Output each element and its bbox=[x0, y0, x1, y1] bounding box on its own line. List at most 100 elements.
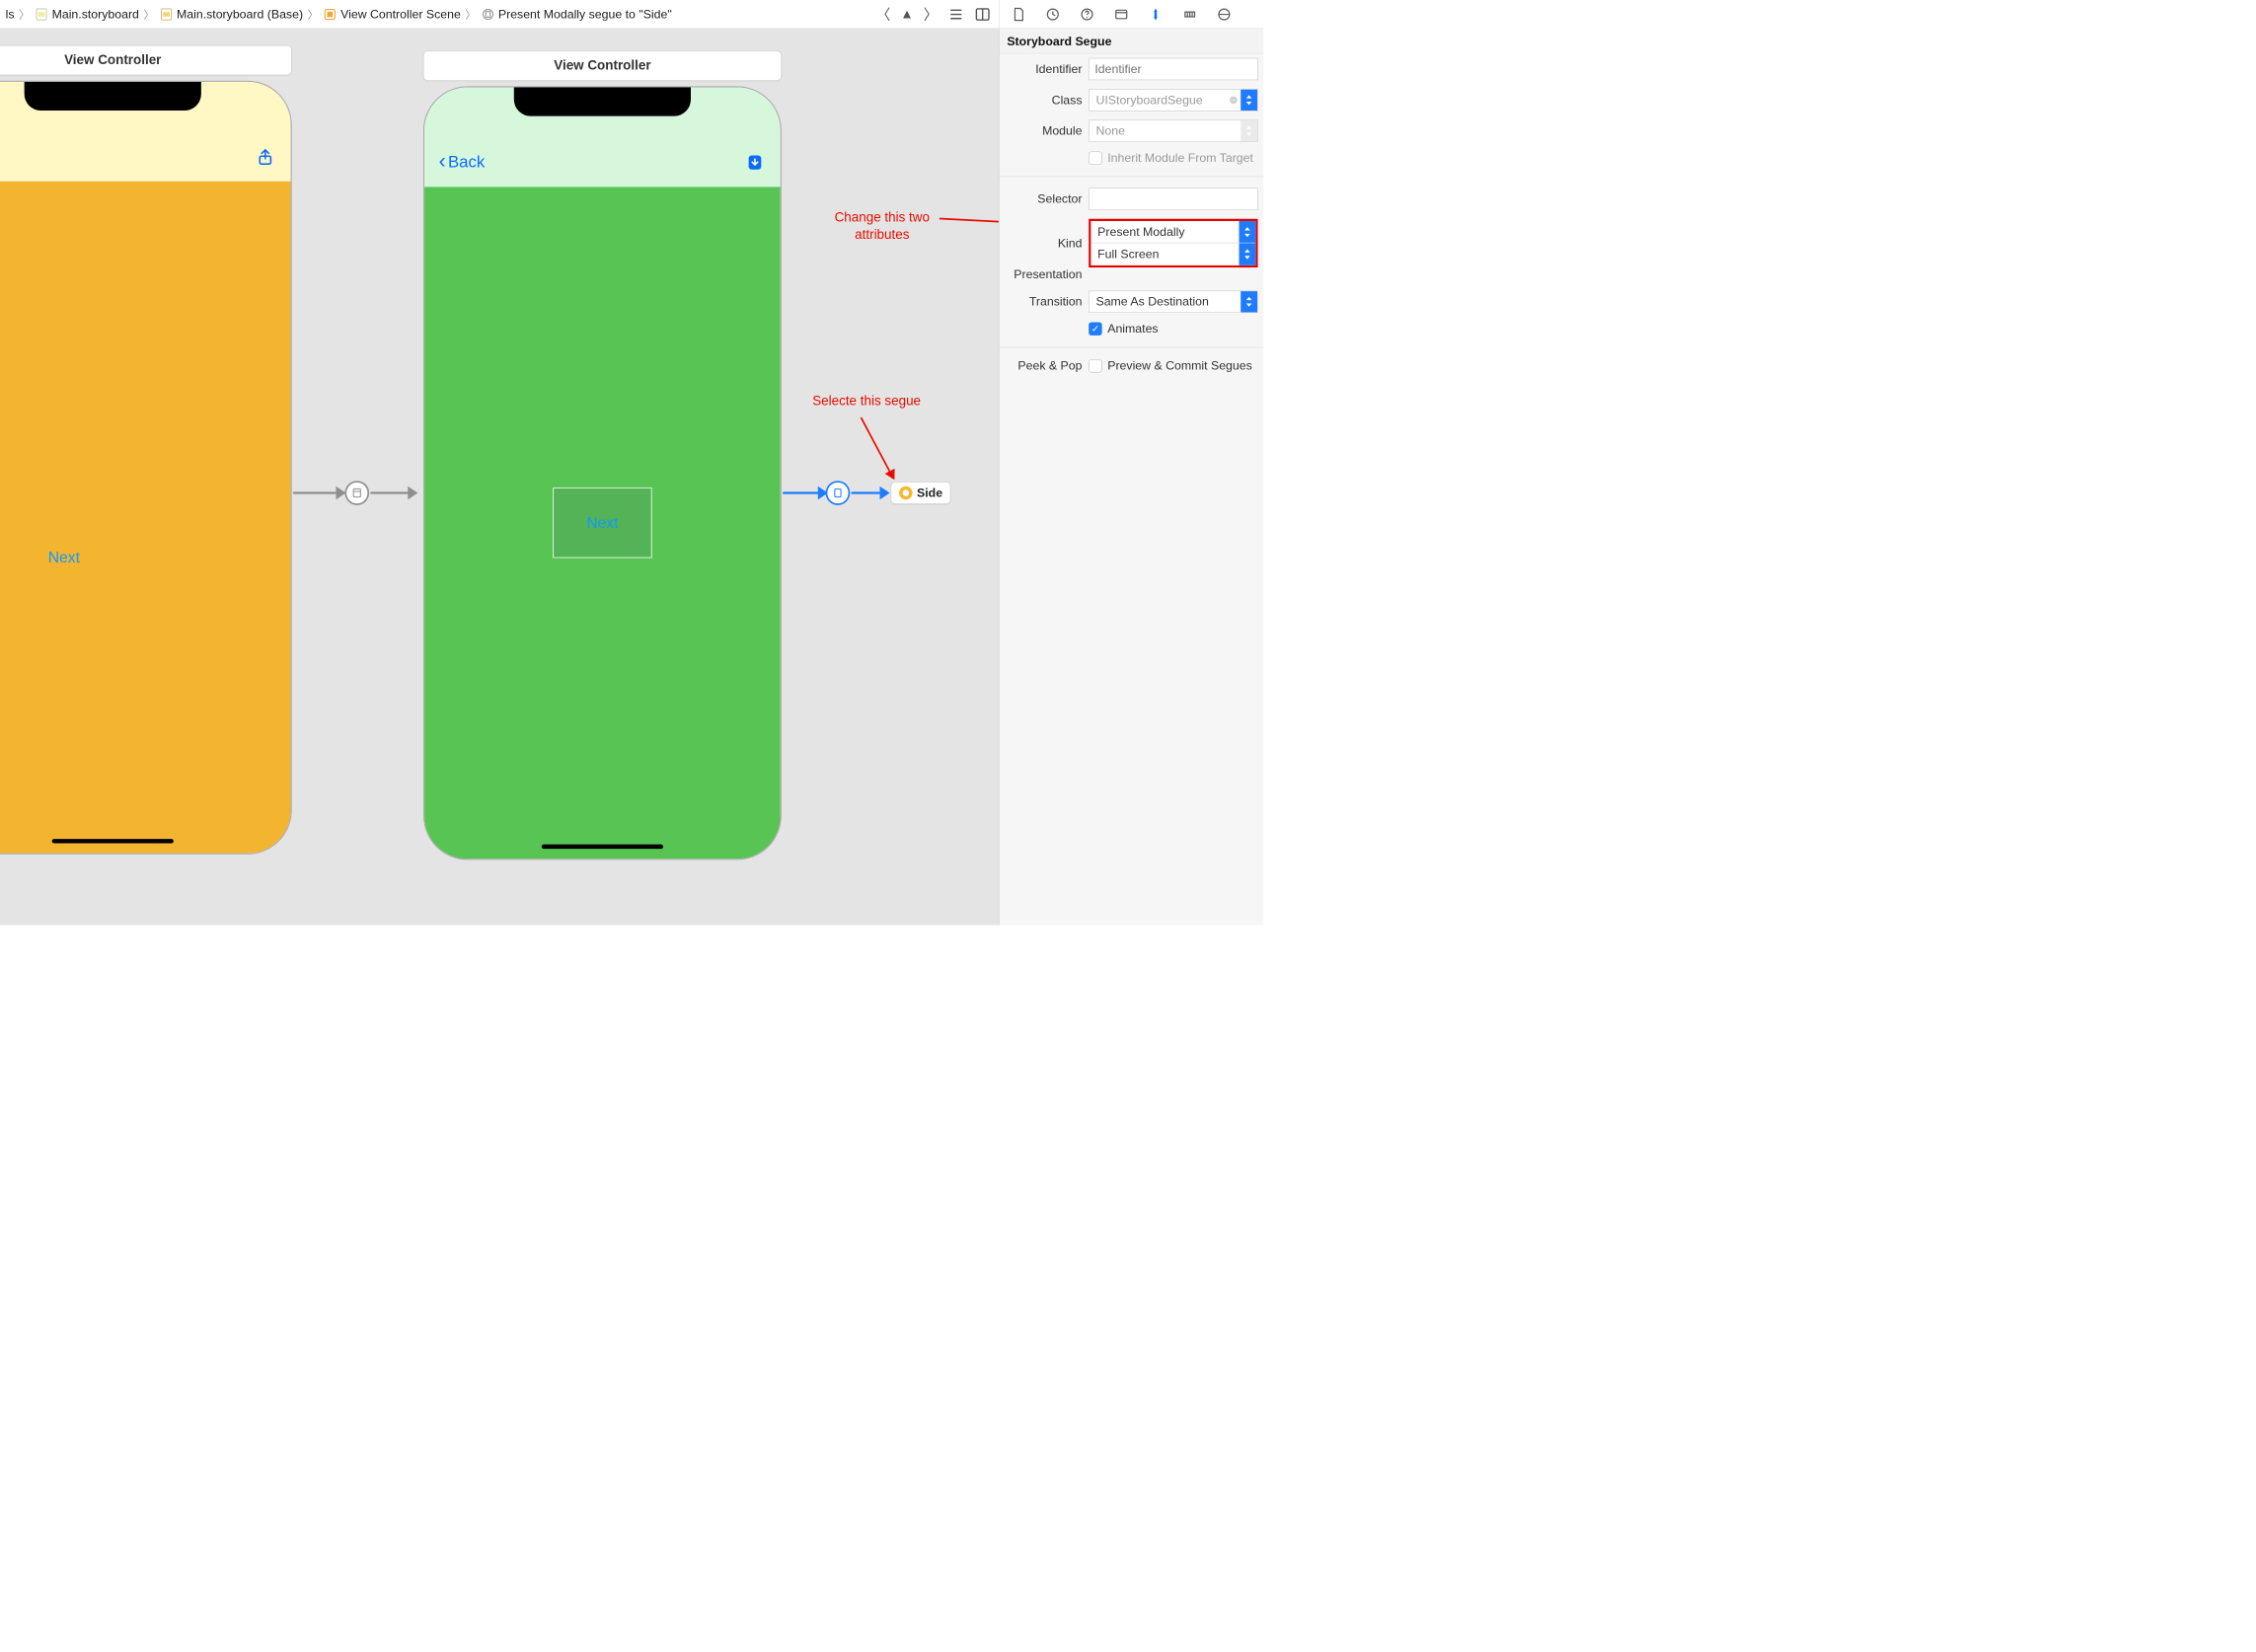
clear-icon[interactable] bbox=[1227, 95, 1241, 105]
module-combobox[interactable]: None bbox=[1089, 120, 1257, 142]
chevron-right-icon: 〉 bbox=[308, 6, 319, 22]
scene-title: View Controller bbox=[64, 52, 161, 68]
attributes-inspector-tab[interactable] bbox=[1148, 6, 1165, 23]
share-icon[interactable] bbox=[255, 146, 276, 168]
breadcrumb-item[interactable]: Main.storyboard bbox=[52, 7, 139, 22]
chevron-right-icon: 〉 bbox=[465, 6, 476, 22]
checkbox-label: Preview & Commit Segues bbox=[1107, 358, 1252, 373]
warning-icon[interactable]: ▲ bbox=[900, 6, 913, 22]
identity-inspector-tab[interactable] bbox=[1113, 6, 1130, 23]
dropdown-button[interactable] bbox=[1240, 243, 1256, 264]
destination-label: Side bbox=[917, 486, 942, 500]
destination-chip[interactable]: Side bbox=[891, 482, 951, 503]
back-label: Back bbox=[448, 153, 485, 172]
breadcrumb: ls 〉 Main.storyboard 〉 Main.storyboard (… bbox=[0, 0, 868, 29]
chevron-left-icon: ‹ bbox=[439, 151, 446, 172]
checkbox-label: Inherit Module From Target bbox=[1107, 151, 1253, 166]
animates-row: ✓ Animates bbox=[1089, 322, 1257, 337]
segue-icon bbox=[481, 7, 495, 22]
combobox-value: Same As Destination bbox=[1090, 294, 1241, 309]
transition-combobox[interactable]: Same As Destination bbox=[1089, 291, 1257, 313]
chevron-right-icon: 〉 bbox=[143, 6, 154, 22]
highlighted-attributes: Present Modally Full Screen bbox=[1089, 219, 1257, 267]
breadcrumb-item[interactable]: View Controller Scene bbox=[340, 7, 461, 22]
combobox-value: Full Screen bbox=[1090, 247, 1239, 262]
checkbox-label: Animates bbox=[1107, 322, 1158, 337]
class-combobox[interactable]: UIStoryboardSegue bbox=[1089, 89, 1257, 111]
presentation-combobox[interactable]: Full Screen bbox=[1090, 243, 1255, 264]
segue-kind-icon[interactable] bbox=[826, 481, 851, 505]
breadcrumb-item[interactable]: Present Modally segue to "Side" bbox=[498, 7, 672, 22]
scene-title-bar[interactable]: View Controller bbox=[423, 51, 782, 81]
download-icon[interactable] bbox=[744, 151, 766, 173]
peek-pop-checkbox[interactable]: ✓ bbox=[1089, 359, 1101, 372]
outline-toggle-button[interactable] bbox=[947, 6, 964, 23]
home-indicator-icon bbox=[542, 845, 663, 849]
field-label: Presentation bbox=[1005, 267, 1082, 282]
connections-inspector-tab[interactable] bbox=[1216, 6, 1233, 23]
annotation-text: Change this two attributes bbox=[835, 209, 930, 244]
size-inspector-tab[interactable] bbox=[1181, 6, 1198, 23]
dropdown-button[interactable] bbox=[1240, 221, 1256, 243]
selector-input[interactable] bbox=[1089, 188, 1257, 209]
storyboard-canvas[interactable]: View Controller Next View Controller bbox=[0, 29, 999, 925]
field-label: Class bbox=[1005, 93, 1082, 108]
nav-forward-button[interactable]: 〉 bbox=[924, 4, 939, 25]
segue-arrow-selected[interactable] bbox=[783, 491, 825, 493]
inspector-tabstrip bbox=[999, 0, 1263, 29]
field-label: Selector bbox=[1005, 191, 1082, 206]
assistant-layout-button[interactable] bbox=[974, 6, 991, 23]
inspector-section-header: Storyboard Segue bbox=[999, 29, 1263, 53]
annotation-arrow bbox=[940, 218, 1000, 226]
attributes-inspector: Storyboard Segue Identifier Class UIStor… bbox=[999, 29, 1263, 925]
field-label: Transition bbox=[1005, 294, 1082, 309]
home-indicator-icon bbox=[52, 839, 174, 843]
notch-icon bbox=[25, 82, 201, 111]
view-body[interactable]: Next bbox=[0, 182, 291, 854]
back-button[interactable]: ‹ Back bbox=[439, 152, 486, 173]
breadcrumb-item[interactable]: Main.storyboard (Base) bbox=[177, 7, 303, 22]
scene-icon bbox=[323, 7, 338, 22]
inspector-body: Identifier Class UIStoryboardSegue Modul… bbox=[999, 53, 1263, 377]
view-body[interactable]: Next bbox=[424, 187, 781, 859]
peek-pop-row: ✓ Preview & Commit Segues bbox=[1089, 358, 1257, 373]
segue-arrow[interactable] bbox=[370, 491, 414, 493]
next-button[interactable]: Next bbox=[586, 514, 618, 532]
field-label: Peek & Pop bbox=[1005, 358, 1082, 373]
topbar: ls 〉 Main.storyboard 〉 Main.storyboard (… bbox=[0, 0, 1263, 29]
dropdown-button[interactable] bbox=[1241, 120, 1257, 141]
dropdown-button[interactable] bbox=[1241, 291, 1257, 312]
main-split: View Controller Next View Controller bbox=[0, 29, 1263, 925]
field-label: Identifier bbox=[1005, 62, 1082, 77]
segue-arrow[interactable] bbox=[293, 491, 342, 493]
file-inspector-tab[interactable] bbox=[1011, 6, 1027, 23]
phone-frame[interactable]: Next bbox=[0, 81, 292, 855]
segue-kind-icon[interactable] bbox=[344, 481, 369, 505]
next-button[interactable]: Next bbox=[48, 549, 80, 566]
storyboard-file-icon bbox=[159, 7, 174, 22]
kind-combobox[interactable]: Present Modally bbox=[1090, 221, 1255, 243]
combobox-value: Present Modally bbox=[1090, 225, 1239, 240]
chevron-right-icon: 〉 bbox=[19, 6, 30, 22]
animates-checkbox[interactable]: ✓ bbox=[1089, 322, 1101, 335]
segue-arrow-selected[interactable] bbox=[851, 491, 886, 493]
dropdown-button[interactable] bbox=[1241, 90, 1257, 111]
divider bbox=[999, 347, 1263, 348]
combobox-value: None bbox=[1090, 123, 1241, 138]
nav-back-button[interactable]: 〈 bbox=[876, 4, 891, 25]
help-inspector-tab[interactable] bbox=[1079, 6, 1095, 23]
annotation-text: Selecte this segue bbox=[812, 393, 921, 410]
history-inspector-tab[interactable] bbox=[1044, 6, 1061, 23]
field-label: Kind bbox=[1005, 236, 1082, 251]
breadcrumb-item[interactable]: ls bbox=[6, 7, 15, 22]
phone-frame[interactable]: ‹ Back Next bbox=[423, 86, 782, 860]
container-view[interactable]: Next bbox=[553, 488, 652, 559]
inherit-module-checkbox[interactable]: ✓ bbox=[1089, 151, 1101, 164]
field-label: Module bbox=[1005, 123, 1082, 138]
identifier-input[interactable] bbox=[1089, 58, 1257, 80]
canvas-toolbar: 〈 ▲ 〉 bbox=[868, 0, 1000, 29]
notch-icon bbox=[514, 87, 691, 115]
annotation-arrow bbox=[861, 417, 894, 479]
combobox-value: UIStoryboardSegue bbox=[1090, 93, 1227, 108]
scene-title-bar[interactable]: View Controller bbox=[0, 45, 292, 75]
